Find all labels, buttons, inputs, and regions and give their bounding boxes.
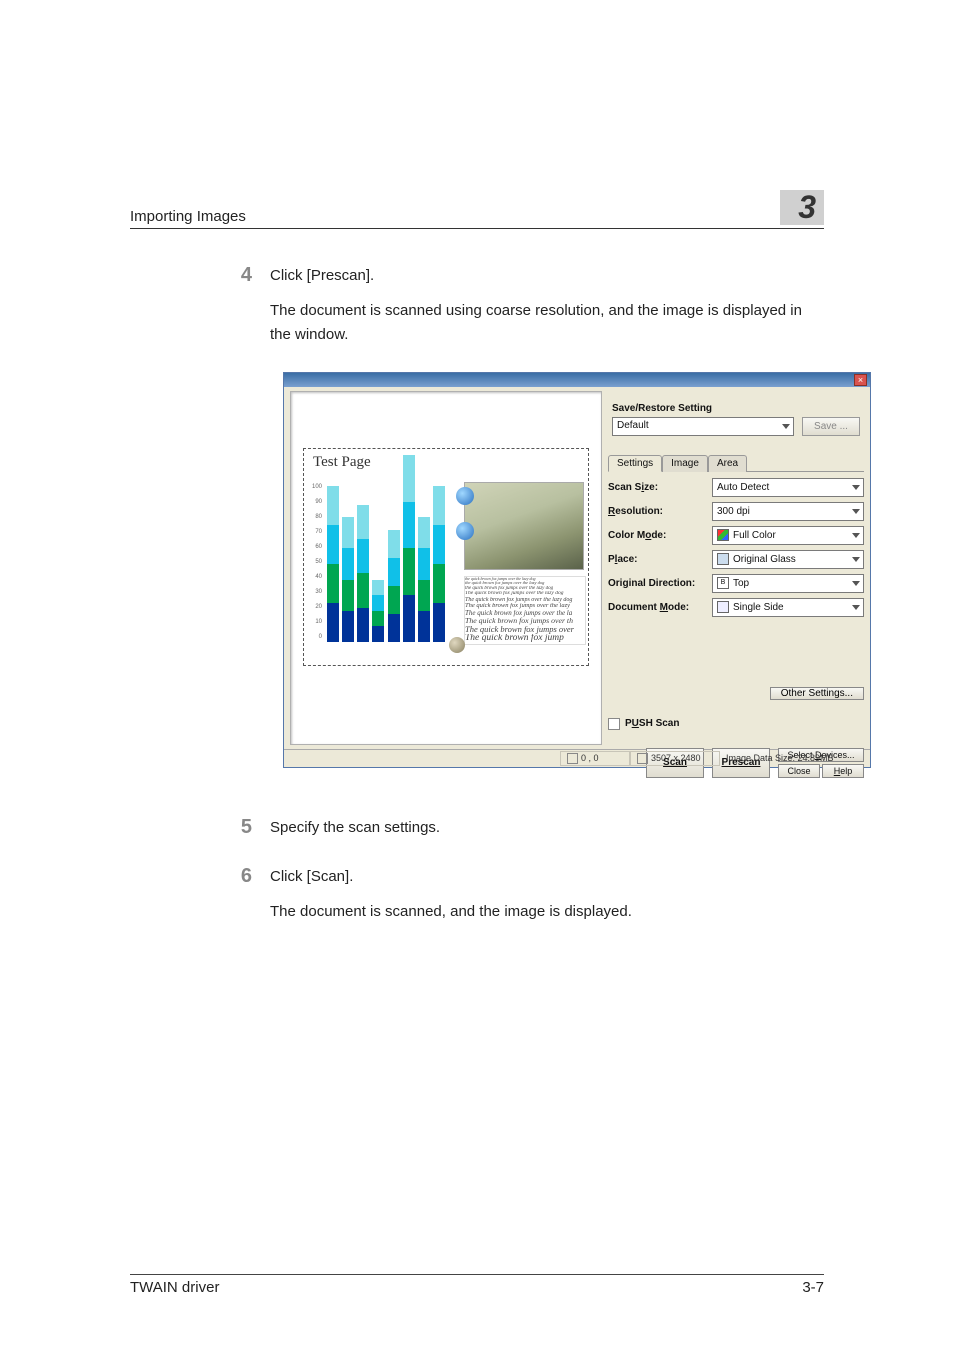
step6-line1: Click [Scan]. bbox=[270, 865, 816, 888]
preview-pane[interactable]: Test Page 100 90 80 70 60 50 40 30 20 bbox=[290, 391, 602, 745]
settings-tabs: Settings Image Area bbox=[608, 454, 864, 472]
blue-sphere-icon bbox=[456, 487, 474, 505]
place-label: Place: bbox=[608, 554, 712, 565]
page-header-title: Importing Images bbox=[130, 208, 246, 225]
step6-line2: The document is scanned, and the image i… bbox=[270, 900, 816, 923]
place-select[interactable]: Original Glass bbox=[712, 550, 864, 569]
step4-line1: Click [Prescan]. bbox=[270, 264, 816, 287]
chapter-number: 3 bbox=[780, 190, 824, 225]
save-preset-button[interactable]: Save ... bbox=[802, 417, 860, 436]
globe-icon bbox=[449, 637, 465, 653]
color-swatch-icon bbox=[717, 529, 729, 541]
close-icon[interactable]: × bbox=[854, 374, 867, 386]
preview-doc-title: Test Page bbox=[313, 454, 371, 471]
footer-right: 3-7 bbox=[802, 1279, 824, 1296]
orientation-icon: B bbox=[717, 577, 729, 589]
cursor-pos-icon bbox=[567, 753, 578, 764]
help-button[interactable]: Help bbox=[822, 764, 864, 778]
step5-number: 5 bbox=[222, 816, 270, 851]
step4-number: 4 bbox=[222, 264, 270, 358]
orig-dir-label: Original Direction: bbox=[608, 578, 712, 589]
push-scan-label: PUSH Scan bbox=[625, 718, 679, 729]
step5-line1: Specify the scan settings. bbox=[270, 816, 816, 839]
footer-left: TWAIN driver bbox=[130, 1279, 219, 1296]
page-icon bbox=[717, 601, 729, 613]
other-settings-button[interactable]: Other Settings... bbox=[770, 687, 864, 700]
footer-divider bbox=[130, 1274, 824, 1275]
color-mode-label: Color Mode: bbox=[608, 530, 712, 541]
preview-text-block: the quick brown fox jumps over the lazy … bbox=[464, 576, 586, 645]
glass-icon bbox=[717, 553, 729, 565]
dialog-titlebar: × bbox=[284, 373, 870, 387]
orig-dir-select[interactable]: BTop bbox=[712, 574, 864, 593]
scan-size-label: Scan Size: bbox=[608, 482, 712, 493]
push-scan-checkbox[interactable] bbox=[608, 718, 620, 730]
color-mode-select[interactable]: Full Color bbox=[712, 526, 864, 545]
doc-mode-select[interactable]: Single Side bbox=[712, 598, 864, 617]
twain-dialog-screenshot: × Test Page 100 90 80 70 60 bbox=[283, 372, 871, 768]
blue-sphere-icon bbox=[456, 522, 474, 540]
close-button[interactable]: Close bbox=[778, 764, 820, 778]
tab-image[interactable]: Image bbox=[662, 455, 708, 472]
resolution-label: Resolution: bbox=[608, 506, 712, 517]
step4-line2: The document is scanned using coarse res… bbox=[270, 299, 816, 346]
dimensions-icon bbox=[637, 753, 648, 764]
preview-chart: 100 90 80 70 60 50 40 30 20 10 0 bbox=[313, 478, 448, 648]
save-restore-label: Save/Restore Setting bbox=[612, 403, 860, 414]
doc-mode-label: Document Mode: bbox=[608, 602, 712, 613]
header-divider bbox=[130, 228, 824, 229]
tab-area[interactable]: Area bbox=[708, 455, 747, 472]
preview-photo bbox=[464, 482, 584, 570]
preset-select[interactable]: Default bbox=[612, 417, 794, 436]
step6-number: 6 bbox=[222, 865, 270, 936]
resolution-select[interactable]: 300 dpi bbox=[712, 502, 864, 521]
scan-size-select[interactable]: Auto Detect bbox=[712, 478, 864, 497]
tab-settings[interactable]: Settings bbox=[608, 455, 662, 472]
status-bar: 0 , 0 3507 x 2480 Image Data Size: 24.89… bbox=[284, 749, 870, 767]
